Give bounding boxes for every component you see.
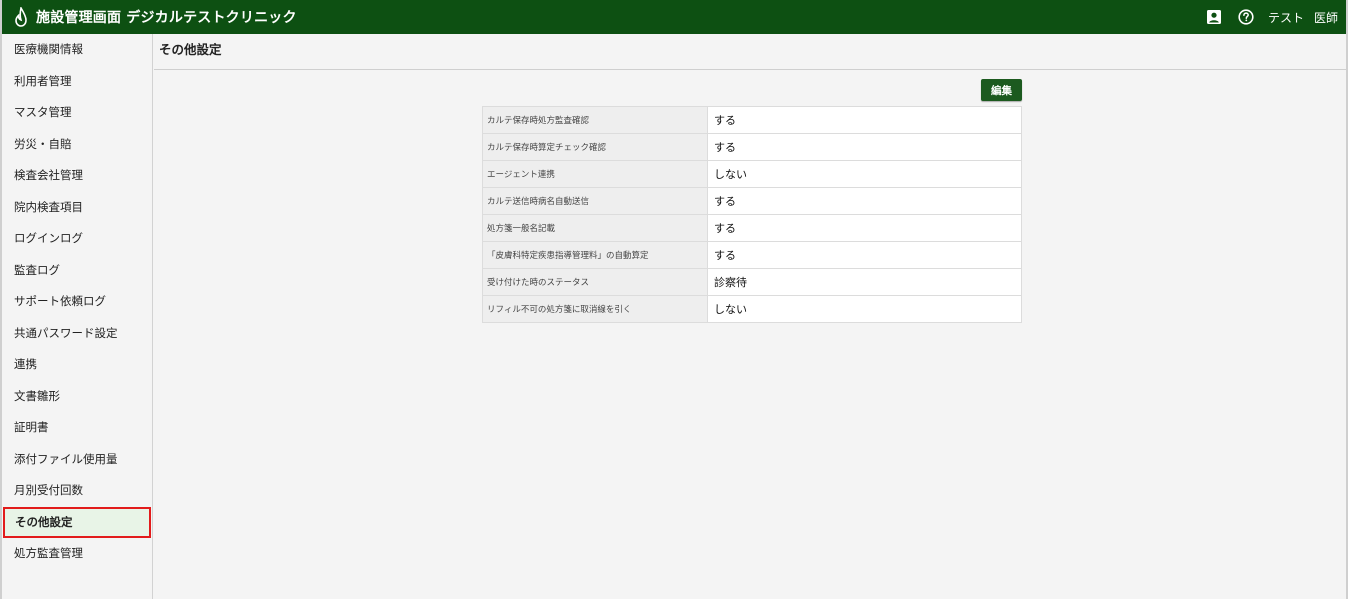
main-content: その他設定 編集 カルテ保存時処方監査確認 する カルテ保存時算定チェック確認 …	[154, 34, 1346, 599]
sidebar-item-lab-company[interactable]: 検査会社管理	[2, 160, 152, 192]
sidebar: 医療機関情報 利用者管理 マスタ管理 労災・自賠 検査会社管理 院内検査項目 ロ…	[2, 34, 153, 599]
sidebar-item-attachment-usage[interactable]: 添付ファイル使用量	[2, 444, 152, 476]
table-row: 「皮膚科特定疾患指導管理料」の自動算定 する	[482, 241, 1022, 269]
settings-table: カルテ保存時処方監査確認 する カルテ保存時算定チェック確認 する エージェント…	[482, 106, 1022, 323]
table-row: カルテ保存時算定チェック確認 する	[482, 133, 1022, 161]
setting-value: 診察待	[707, 268, 1022, 296]
sidebar-item-integration[interactable]: 連携	[2, 349, 152, 381]
sidebar-item-document-templates[interactable]: 文書雛形	[2, 381, 152, 413]
page-title: その他設定	[154, 34, 1346, 70]
setting-label: カルテ保存時処方監査確認	[482, 106, 708, 134]
sidebar-item-common-password[interactable]: 共通パスワード設定	[2, 318, 152, 350]
sidebar-item-inhouse-tests[interactable]: 院内検査項目	[2, 192, 152, 224]
profile-icon[interactable]	[1204, 7, 1224, 27]
logo-icon	[10, 6, 32, 28]
sidebar-item-support-log[interactable]: サポート依頼ログ	[2, 286, 152, 318]
header-right: テスト 医師	[1204, 7, 1346, 27]
table-row: エージェント連携 しない	[482, 160, 1022, 188]
setting-value: する	[707, 133, 1022, 161]
sidebar-item-master-management[interactable]: マスタ管理	[2, 97, 152, 129]
setting-label: エージェント連携	[482, 160, 708, 188]
setting-label: カルテ送信時病名自動送信	[482, 187, 708, 215]
table-row: 処方箋一般名記載 する	[482, 214, 1022, 242]
help-icon[interactable]	[1236, 7, 1256, 27]
app-window: 施設管理画面 デジカルテストクリニック テスト 医師 医療機関情報 利用者管理 …	[0, 0, 1348, 599]
sidebar-item-audit-log[interactable]: 監査ログ	[2, 255, 152, 287]
sidebar-item-monthly-reception[interactable]: 月別受付回数	[2, 475, 152, 507]
setting-value: しない	[707, 160, 1022, 188]
header-bar: 施設管理画面 デジカルテストクリニック テスト 医師	[2, 0, 1346, 34]
setting-value: する	[707, 106, 1022, 134]
user-name: テスト	[1267, 10, 1304, 25]
setting-label: リフィル不可の処方箋に取消線を引く	[482, 295, 708, 323]
setting-value: する	[707, 214, 1022, 242]
edit-button[interactable]: 編集	[981, 79, 1022, 101]
setting-value: しない	[707, 295, 1022, 323]
table-row: カルテ保存時処方監査確認 する	[482, 106, 1022, 134]
user-role: 医師	[1313, 10, 1338, 25]
sidebar-item-user-management[interactable]: 利用者管理	[2, 66, 152, 98]
sidebar-item-facility-info[interactable]: 医療機関情報	[2, 34, 152, 66]
table-row: 受け付けた時のステータス 診察待	[482, 268, 1022, 296]
sidebar-nav: 医療機関情報 利用者管理 マスタ管理 労災・自賠 検査会社管理 院内検査項目 ロ…	[2, 34, 152, 570]
table-row: カルテ送信時病名自動送信 する	[482, 187, 1022, 215]
sidebar-item-other-settings[interactable]: その他設定	[3, 506, 151, 538]
app-title: 施設管理画面 デジカルテストクリニック	[36, 10, 297, 26]
table-row: リフィル不可の処方箋に取消線を引く しない	[482, 295, 1022, 323]
sidebar-item-prescription-audit[interactable]: 処方監査管理	[2, 538, 152, 570]
setting-label: カルテ保存時算定チェック確認	[482, 133, 708, 161]
setting-value: する	[707, 241, 1022, 269]
sidebar-item-certificates[interactable]: 証明書	[2, 412, 152, 444]
sidebar-item-workers-comp[interactable]: 労災・自賠	[2, 129, 152, 161]
user-info: テスト 医師	[1268, 9, 1338, 26]
setting-label: 処方箋一般名記載	[482, 214, 708, 242]
setting-label: 受け付けた時のステータス	[482, 268, 708, 296]
setting-label: 「皮膚科特定疾患指導管理料」の自動算定	[482, 241, 708, 269]
setting-value: する	[707, 187, 1022, 215]
sidebar-item-login-log[interactable]: ログインログ	[2, 223, 152, 255]
